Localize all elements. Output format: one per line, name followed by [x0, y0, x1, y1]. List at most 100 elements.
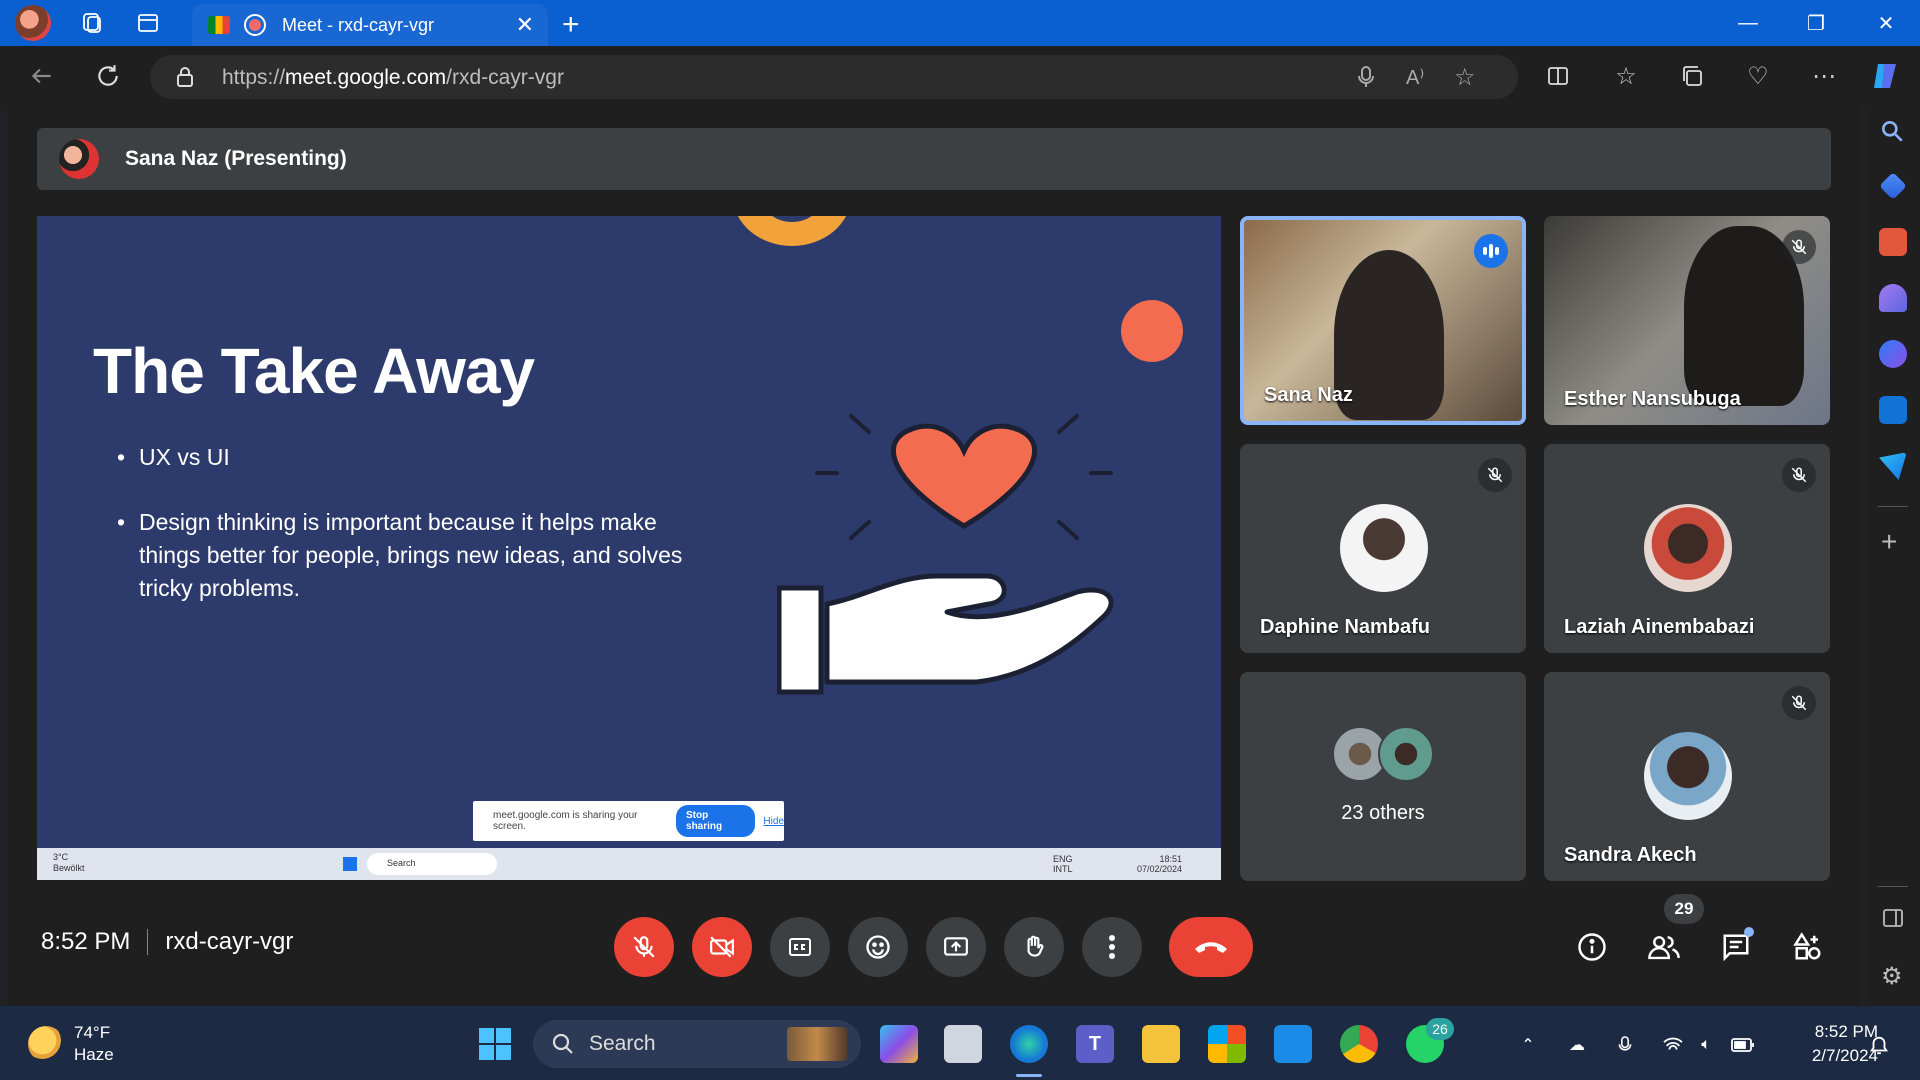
sidebar-m365-icon[interactable] — [1879, 340, 1907, 368]
more-menu-icon[interactable]: ⋯ — [1808, 60, 1840, 92]
recording-icon — [244, 14, 266, 36]
mini-lang1: ENG — [1053, 854, 1073, 864]
tab-close-icon[interactable]: ✕ — [516, 12, 534, 38]
favorites-icon[interactable]: ☆ — [1610, 60, 1642, 92]
participant-tile-others[interactable]: 23 others — [1240, 672, 1526, 881]
stop-sharing-button[interactable]: Stop sharing — [676, 805, 756, 837]
favorite-star-icon[interactable]: ☆ — [1454, 63, 1476, 92]
participant-name: Esther Nansubuga — [1564, 388, 1741, 410]
workspaces-icon[interactable] — [77, 8, 107, 38]
presenter-bar: Sana Naz (Presenting) — [37, 128, 1831, 190]
activities-button[interactable] — [1784, 923, 1832, 971]
back-icon[interactable] — [26, 60, 58, 92]
tab-meet[interactable]: Meet - rxd-cayr-vgr ✕ — [192, 4, 548, 46]
battery-icon[interactable] — [1730, 1032, 1756, 1058]
notifications-icon[interactable] — [1866, 1032, 1892, 1058]
leave-call-button[interactable] — [1169, 917, 1253, 977]
sidebar-divider — [1878, 506, 1908, 507]
taskbar-search-label: Search — [589, 1032, 656, 1055]
muted-mic-icon — [1782, 458, 1816, 492]
tab-actions-icon[interactable] — [133, 8, 163, 38]
onedrive-icon[interactable]: ☁ — [1564, 1032, 1590, 1058]
chat-button[interactable] — [1712, 923, 1760, 971]
slide-bullet: Design thinking is important because it … — [117, 506, 697, 605]
present-screen-button[interactable] — [926, 917, 986, 977]
sidebar-outlook-icon[interactable] — [1879, 396, 1907, 424]
restore-button[interactable]: ❐ — [1782, 0, 1850, 46]
teams-app-icon[interactable]: T — [1076, 1025, 1114, 1063]
show-hidden-icons-icon[interactable]: ⌃ — [1515, 1032, 1541, 1058]
hide-link[interactable]: Hide — [763, 816, 784, 827]
sidebar-divider — [1878, 886, 1908, 887]
clock-date: 2/7/2024 — [1811, 1046, 1878, 1065]
captions-button[interactable] — [770, 917, 830, 977]
participant-tile[interactable]: Daphine Nambafu — [1240, 444, 1526, 653]
weather-widget[interactable]: 74°F Haze — [28, 1022, 114, 1066]
people-button[interactable] — [1640, 923, 1688, 971]
sidebar-add-icon[interactable]: + — [1881, 526, 1897, 558]
volume-icon[interactable]: 🔈︎ — [1693, 1032, 1719, 1058]
store-app-icon[interactable] — [1208, 1025, 1246, 1063]
wifi-icon[interactable] — [1660, 1032, 1686, 1058]
minimize-button[interactable]: — — [1714, 0, 1782, 46]
participant-count-badge: 29 — [1664, 894, 1704, 924]
muted-mic-icon — [1782, 230, 1816, 264]
close-window-button[interactable]: ✕ — [1852, 0, 1920, 46]
participant-tile[interactable]: Esther Nansubuga — [1544, 216, 1830, 425]
chat-unread-dot — [1744, 927, 1754, 937]
url-text[interactable]: https://meet.google.com/rxd-cayr-vgr — [222, 66, 564, 90]
collections-icon[interactable] — [1676, 60, 1708, 92]
mini-start-icon — [343, 857, 357, 871]
raise-hand-button[interactable] — [1004, 917, 1064, 977]
mini-weather: Bewölkt — [53, 863, 85, 873]
split-screen-icon[interactable] — [1542, 60, 1574, 92]
file-explorer-icon[interactable] — [1142, 1025, 1180, 1063]
lock-icon[interactable] — [176, 66, 194, 93]
participant-tile[interactable]: Sandra Akech — [1544, 672, 1830, 881]
mail-app-icon[interactable] — [1274, 1025, 1312, 1063]
participant-tile[interactable]: Sana Naz — [1240, 216, 1526, 425]
taskbar-search[interactable]: Search — [533, 1020, 861, 1068]
sidebar-hide-icon[interactable] — [1881, 906, 1905, 935]
speaking-indicator-icon — [1474, 234, 1508, 268]
sidebar-settings-icon[interactable]: ⚙ — [1881, 962, 1903, 991]
camera-toggle-button[interactable] — [692, 917, 752, 977]
profile-avatar[interactable] — [15, 5, 51, 41]
sidebar-drop-icon[interactable] — [1879, 452, 1907, 480]
tab-title: Meet - rxd-cayr-vgr — [282, 14, 435, 35]
read-aloud-icon[interactable]: A⁾ — [1406, 65, 1424, 90]
address-bar[interactable]: https://meet.google.com/rxd-cayr-vgr A⁾ … — [150, 55, 1518, 99]
participant-tile[interactable]: Laziah Ainembabazi — [1544, 444, 1830, 653]
circle-decoration-icon — [1121, 300, 1183, 362]
sidebar-search-icon[interactable] — [1879, 118, 1905, 149]
chrome-app-icon[interactable] — [1340, 1025, 1378, 1063]
shared-screen-taskbar: 3°C Bewölkt Search ENG INTL 18:51 07/02/… — [37, 848, 1221, 880]
start-button[interactable] — [476, 1025, 514, 1063]
reactions-button[interactable] — [848, 917, 908, 977]
navigation-bar: https://meet.google.com/rxd-cayr-vgr A⁾ … — [0, 46, 1920, 106]
participant-avatar — [1340, 504, 1428, 592]
slide-title: The Take Away — [93, 335, 535, 407]
mini-search: Search — [367, 853, 497, 875]
edge-app-icon[interactable] — [1010, 1025, 1048, 1063]
microphone-toggle-button[interactable] — [614, 917, 674, 977]
taskbar-clock[interactable]: 8:52 PM 2/7/2024 — [1778, 1020, 1878, 1068]
sidebar-games-icon[interactable] — [1879, 284, 1907, 312]
new-tab-button[interactable]: + — [562, 8, 580, 42]
mini-lang2: INTL — [1053, 864, 1073, 874]
copilot-icon[interactable] — [1870, 60, 1902, 92]
more-options-button[interactable] — [1082, 917, 1142, 977]
meeting-details-button[interactable] — [1568, 923, 1616, 971]
others-count: 23 others — [1341, 802, 1425, 824]
sidebar-shopping-icon[interactable] — [1879, 172, 1907, 200]
microphone-icon[interactable] — [1356, 65, 1376, 94]
microphone-tray-icon[interactable] — [1612, 1032, 1638, 1058]
reload-icon[interactable] — [92, 60, 124, 92]
muted-mic-icon — [1782, 686, 1816, 720]
active-app-indicator — [1016, 1074, 1042, 1077]
taskview-icon[interactable] — [944, 1025, 982, 1063]
copilot-app-icon[interactable] — [880, 1025, 918, 1063]
browser-essentials-icon[interactable]: ♡ — [1742, 60, 1774, 92]
weather-haze-icon — [28, 1026, 64, 1062]
sidebar-tools-icon[interactable] — [1879, 228, 1907, 256]
